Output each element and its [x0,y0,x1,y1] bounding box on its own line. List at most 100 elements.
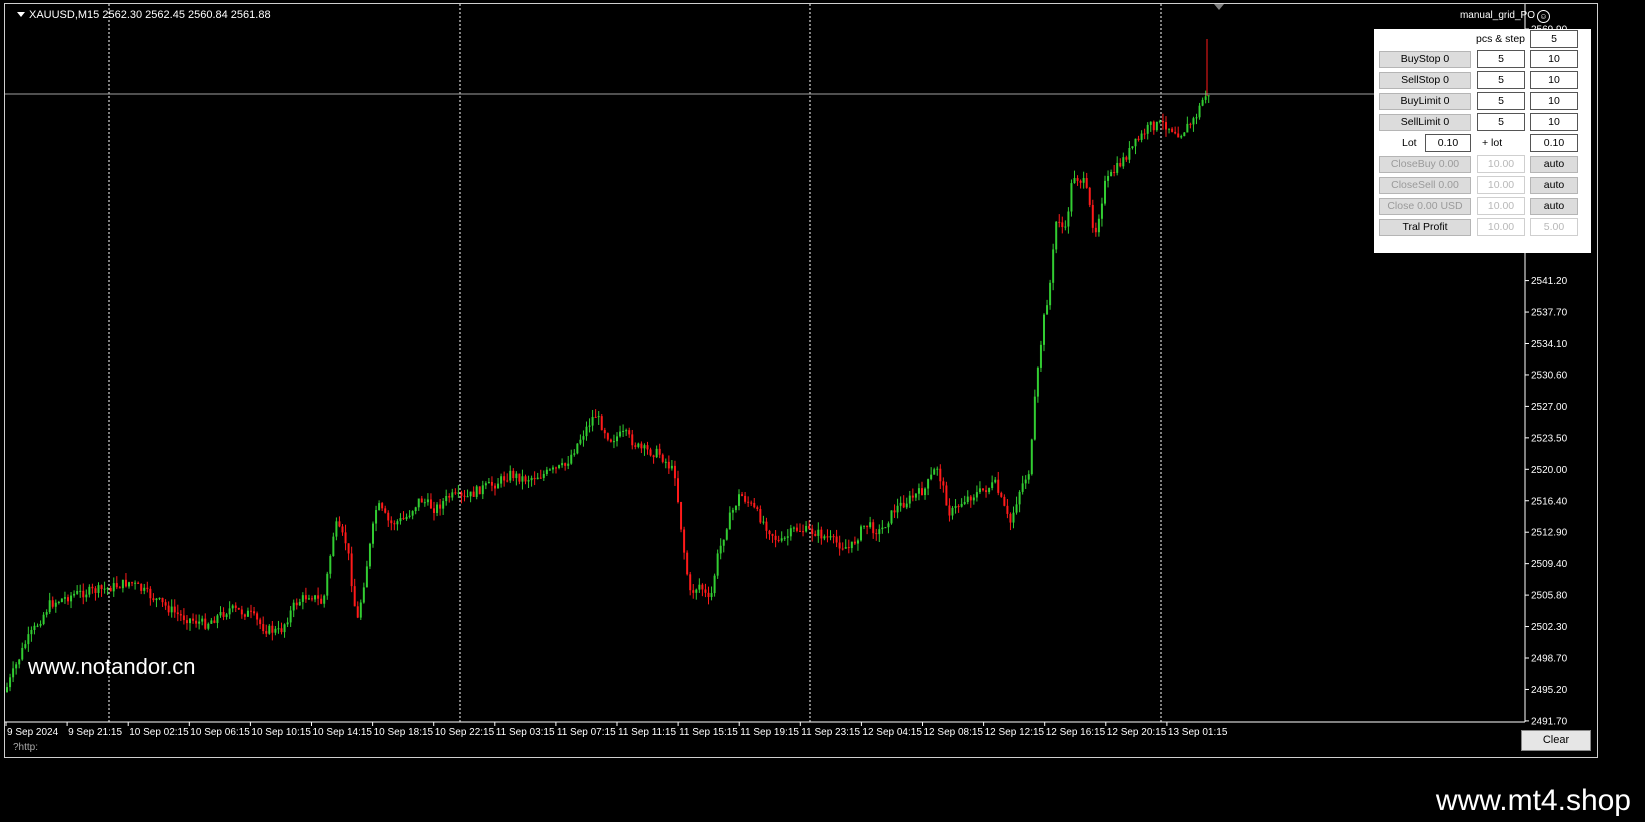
candle-body [204,618,207,629]
chart-shift-marker [1214,4,1224,10]
candle-body [619,431,622,437]
candle-body [243,614,246,617]
candle-body [314,595,317,600]
candle-body [88,586,91,595]
candle-body [942,481,945,486]
candle-body [1125,157,1128,160]
candle-body [808,525,811,529]
candle-body [185,620,188,624]
candle-body [939,468,942,482]
close-buy-field[interactable]: 10.00 [1477,155,1525,173]
buystop-button[interactable]: BuyStop 0 [1379,51,1471,68]
sellstop-pcs-field[interactable]: 5 [1477,71,1525,89]
price-tick-label: 2505.80 [1531,591,1568,602]
time-tick-label: 11 Sep 11:15 [618,727,676,738]
candle-body [719,545,722,554]
close-sell-button[interactable]: CloseSell 0.00 [1379,177,1471,194]
candle-body [612,441,615,443]
candle-body [378,503,381,511]
candle-body [225,614,228,617]
buylimit-pcs-field[interactable]: 5 [1477,92,1525,110]
buystop-step-field[interactable]: 10 [1530,50,1578,68]
time-tick-label: 12 Sep 12:15 [985,727,1045,738]
tral-profit-field-1[interactable]: 10.00 [1477,218,1525,236]
selllimit-button[interactable]: SellLimit 0 [1379,114,1471,131]
candle-body [850,541,853,549]
candle-body [396,521,399,525]
candle-body [548,469,551,471]
candle-body [707,592,710,597]
close-usd-button[interactable]: Close 0.00 USD [1379,198,1471,215]
candle-body [597,416,600,418]
tral-profit-button[interactable]: Tral Profit [1379,219,1471,236]
time-tick-label: 12 Sep 20:15 [1107,727,1167,738]
candle-body [469,491,472,497]
plus-lot-field[interactable]: 0.10 [1530,134,1578,152]
candle-body [658,448,661,455]
candle-body [292,602,295,611]
tral-profit-field-2[interactable]: 5.00 [1530,218,1578,236]
candle-body [722,539,725,546]
candle-body [1152,121,1155,131]
buystop-pcs-field[interactable]: 5 [1477,50,1525,68]
sellstop-button[interactable]: SellStop 0 [1379,72,1471,89]
candle-body [417,498,420,508]
candle-body [1049,282,1052,306]
selllimit-pcs-field[interactable]: 5 [1477,113,1525,131]
candle-body [33,625,36,630]
candle-body [39,623,42,626]
candle-body [274,628,277,633]
candle-body [826,536,829,538]
candle-body [326,573,329,596]
candle-body [134,582,137,584]
price-chart[interactable]: 2569.902566.002562.702558.802555.302551.… [5,4,1599,759]
candle-body [115,583,118,588]
candle-body [622,430,625,432]
pcs-step-field[interactable]: 5 [1530,30,1578,48]
close-usd-field[interactable]: 10.00 [1477,197,1525,215]
close-usd-auto-button[interactable]: auto [1530,198,1578,215]
candle-body [1073,178,1076,184]
close-buy-button[interactable]: CloseBuy 0.00 [1379,156,1471,173]
candle-body [448,495,451,498]
candle-body [268,625,271,634]
candle-body [783,537,786,539]
candles [6,90,1210,693]
candle-body [1104,180,1106,204]
candle-body [6,687,8,692]
candle-body [323,595,326,604]
candle-body [1027,474,1030,480]
candle-body [805,525,808,532]
close-sell-auto-button[interactable]: auto [1530,177,1578,194]
dropdown-triangle-icon[interactable] [17,12,25,17]
candle-body [311,598,313,600]
candle-body [73,593,76,596]
selllimit-step-field[interactable]: 10 [1530,113,1578,131]
close-buy-auto-button[interactable]: auto [1530,156,1578,173]
candle-body [94,588,97,593]
price-tick-label: 2530.60 [1531,370,1568,381]
candle-body [734,505,737,511]
sellstop-step-field[interactable]: 10 [1530,71,1578,89]
chart-window[interactable]: 2569.902566.002562.702558.802555.302551.… [4,3,1598,758]
candle-body [375,510,378,524]
candle-body [616,436,618,442]
candle-body [835,536,838,543]
close-sell-field[interactable]: 10.00 [1477,176,1525,194]
candle-body [1091,204,1094,228]
clear-button[interactable]: Clear [1521,730,1591,751]
candle-body [509,470,512,481]
buylimit-step-field[interactable]: 10 [1530,92,1578,110]
buylimit-button[interactable]: BuyLimit 0 [1379,93,1471,110]
candle-body [411,511,414,516]
candle-body [576,443,579,454]
lot-field[interactable]: 0.10 [1425,134,1471,152]
candle-body [237,607,240,610]
candle-body [97,585,100,593]
candle-body [588,425,591,427]
candle-body [1113,171,1116,173]
candle-body [146,587,149,589]
candle-body [673,465,676,479]
time-tick-label: 11 Sep 19:15 [740,727,799,738]
candle-body [1009,513,1012,523]
